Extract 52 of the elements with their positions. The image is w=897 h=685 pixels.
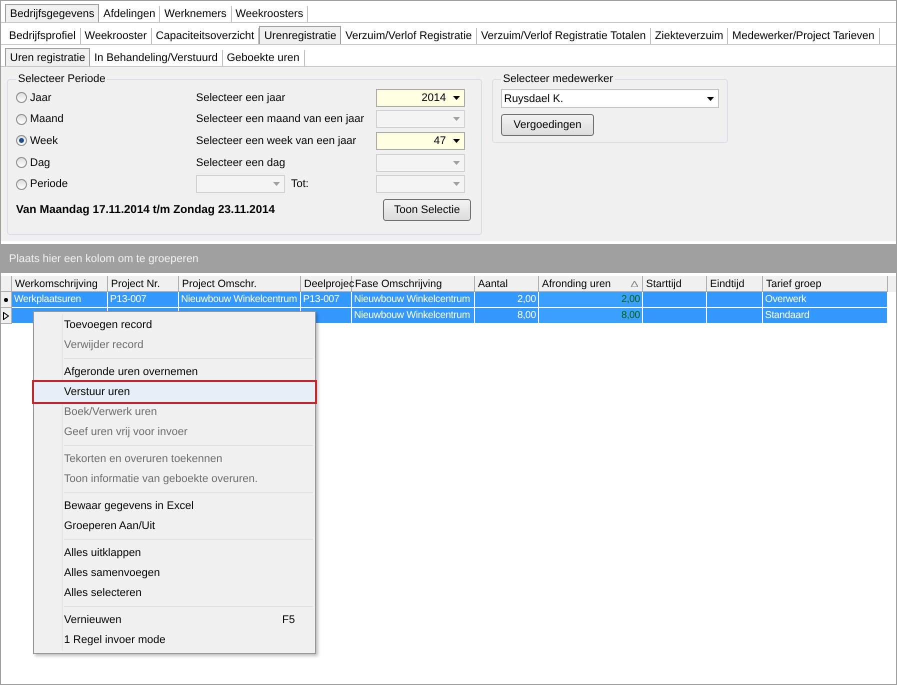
field-label: Tot: xyxy=(291,178,309,190)
table-cell: Werkplaatsuren xyxy=(14,294,82,305)
allowances-button[interactable]: Vergoedingen xyxy=(501,114,594,136)
table-cell: 2,00 xyxy=(621,294,640,305)
radio-label[interactable]: Week xyxy=(30,134,58,147)
radio-button[interactable] xyxy=(16,178,27,190)
field-label: Selecteer een week van een jaar xyxy=(196,134,356,147)
table-cell: Standaard xyxy=(765,310,810,321)
field-label: Selecteer een dag xyxy=(196,156,286,169)
radio-button[interactable] xyxy=(16,114,27,125)
radio-label[interactable]: Maand xyxy=(30,113,64,126)
field-label: Selecteer een jaar xyxy=(196,92,286,104)
group-title: Selecteer Periode xyxy=(17,73,106,85)
menu-item[interactable]: Groeperen Aan/Uit xyxy=(36,516,313,536)
menu-item[interactable]: Bewaar gegevens in Excel xyxy=(36,496,313,516)
menu-item[interactable]: Alles selecteren xyxy=(36,583,313,603)
group-hint-text: Plaats hier een kolom om te groeperen xyxy=(9,252,199,264)
dropdown-field[interactable]: 47 xyxy=(376,132,465,150)
table-cell: Overwerk xyxy=(765,294,806,305)
employee-dropdown[interactable]: Ruysdael K. xyxy=(501,89,719,108)
radio-label[interactable]: Periode xyxy=(30,178,68,190)
table-cell: P13-007 xyxy=(110,294,146,305)
radio-button[interactable] xyxy=(16,92,27,104)
row-pointer-icon xyxy=(3,312,9,320)
group-title: Selecteer medewerker xyxy=(502,73,614,85)
field-label: Selecteer een maand van een jaar xyxy=(196,113,364,126)
sort-arrow-icon xyxy=(631,280,638,286)
radio-label[interactable]: Jaar xyxy=(30,92,52,104)
menu-item[interactable]: 1 Regel invoer mode xyxy=(36,630,313,650)
menu-item[interactable]: Alles uitklappen xyxy=(36,543,313,563)
table-cell: 8,00 xyxy=(621,310,640,321)
table-cell: P13-007 xyxy=(303,294,340,305)
table-cell: 2,00 xyxy=(517,294,536,305)
table-cell: Nieuwbouw Winkelcentrum xyxy=(181,294,298,305)
tab[interactable]: Uren registratie xyxy=(5,48,90,66)
menu-item[interactable]: Vernieuwen F5 xyxy=(36,610,313,630)
menu-item[interactable]: Afgeronde uren overnemen xyxy=(36,362,313,382)
menu-item[interactable]: Alles samenvoegen xyxy=(36,563,313,583)
current-row-icon xyxy=(4,298,8,302)
table-cell: 8,00 xyxy=(517,310,536,321)
tab[interactable]: Bedrijfsgegevens xyxy=(5,4,100,22)
menu-item[interactable]: Toevoegen record xyxy=(36,315,313,335)
dropdown-field[interactable]: 2014 xyxy=(376,88,465,107)
table-cell: Nieuwbouw Winkelcentrum xyxy=(354,310,470,321)
table-cell: Nieuwbouw Winkelcentrum xyxy=(354,294,470,305)
radio-button[interactable] xyxy=(16,157,27,168)
date-range-text: Van Maandag 17.11.2014 t/m Zondag 23.11.2014 xyxy=(16,204,275,216)
radio-button[interactable] xyxy=(16,135,27,146)
radio-label[interactable]: Dag xyxy=(30,156,50,169)
show-selection-button[interactable]: Toon Selectie xyxy=(382,198,471,221)
tab[interactable]: Urenregistratie xyxy=(259,26,342,44)
menu-item[interactable]: Verstuur uren xyxy=(34,382,315,402)
